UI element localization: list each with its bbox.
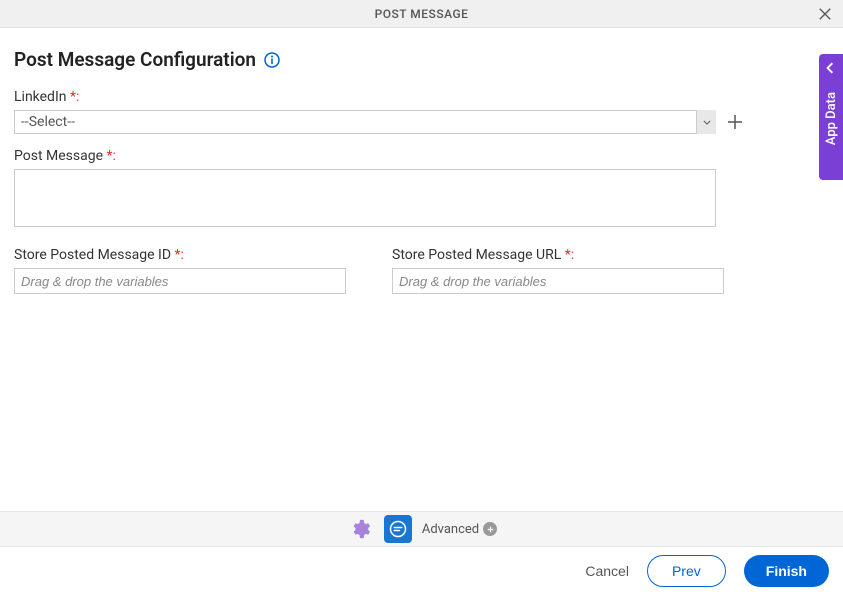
prev-button[interactable]: Prev <box>647 555 726 587</box>
linkedin-label: LinkedIn *: <box>14 89 829 105</box>
config-title-row: Post Message Configuration <box>14 48 829 71</box>
finish-button[interactable]: Finish <box>744 555 829 587</box>
store-id-field: Store Posted Message ID *: <box>14 247 346 294</box>
post-message-label: Post Message *: <box>14 148 829 164</box>
store-url-field: Store Posted Message URL *: <box>392 247 724 294</box>
store-id-input[interactable] <box>14 268 346 294</box>
modal-title: POST MESSAGE <box>375 7 469 21</box>
linkedin-select[interactable]: --Select-- <box>14 110 716 134</box>
plus-circle-icon <box>483 522 497 536</box>
gear-icon[interactable] <box>346 515 374 543</box>
store-url-label: Store Posted Message URL *: <box>392 247 724 263</box>
store-id-label: Store Posted Message ID *: <box>14 247 346 263</box>
advanced-toggle[interactable]: Advanced <box>422 522 497 537</box>
modal-header: POST MESSAGE <box>0 0 843 28</box>
linkedin-select-value[interactable]: --Select-- <box>14 110 716 134</box>
close-icon[interactable] <box>817 6 833 22</box>
store-fields-row: Store Posted Message ID *: Store Posted … <box>14 247 829 294</box>
page-title: Post Message Configuration <box>14 48 256 71</box>
linkedin-field: LinkedIn *: --Select-- <box>14 89 829 134</box>
chevron-left-icon <box>824 62 838 76</box>
add-linkedin-icon[interactable] <box>726 113 744 131</box>
bottom-toolbar: Advanced <box>0 511 843 547</box>
advanced-label: Advanced <box>422 522 479 537</box>
cancel-button[interactable]: Cancel <box>585 563 629 579</box>
store-url-input[interactable] <box>392 268 724 294</box>
post-message-field: Post Message *: <box>14 148 829 247</box>
chat-icon[interactable] <box>384 515 412 543</box>
config-content: Post Message Configuration LinkedIn *: -… <box>0 28 843 294</box>
info-icon[interactable] <box>264 52 280 68</box>
post-message-input[interactable] <box>14 169 716 227</box>
app-data-label: App Data <box>824 92 839 145</box>
footer-actions: Cancel Prev Finish <box>0 547 843 594</box>
app-data-tab[interactable]: App Data <box>819 54 843 180</box>
